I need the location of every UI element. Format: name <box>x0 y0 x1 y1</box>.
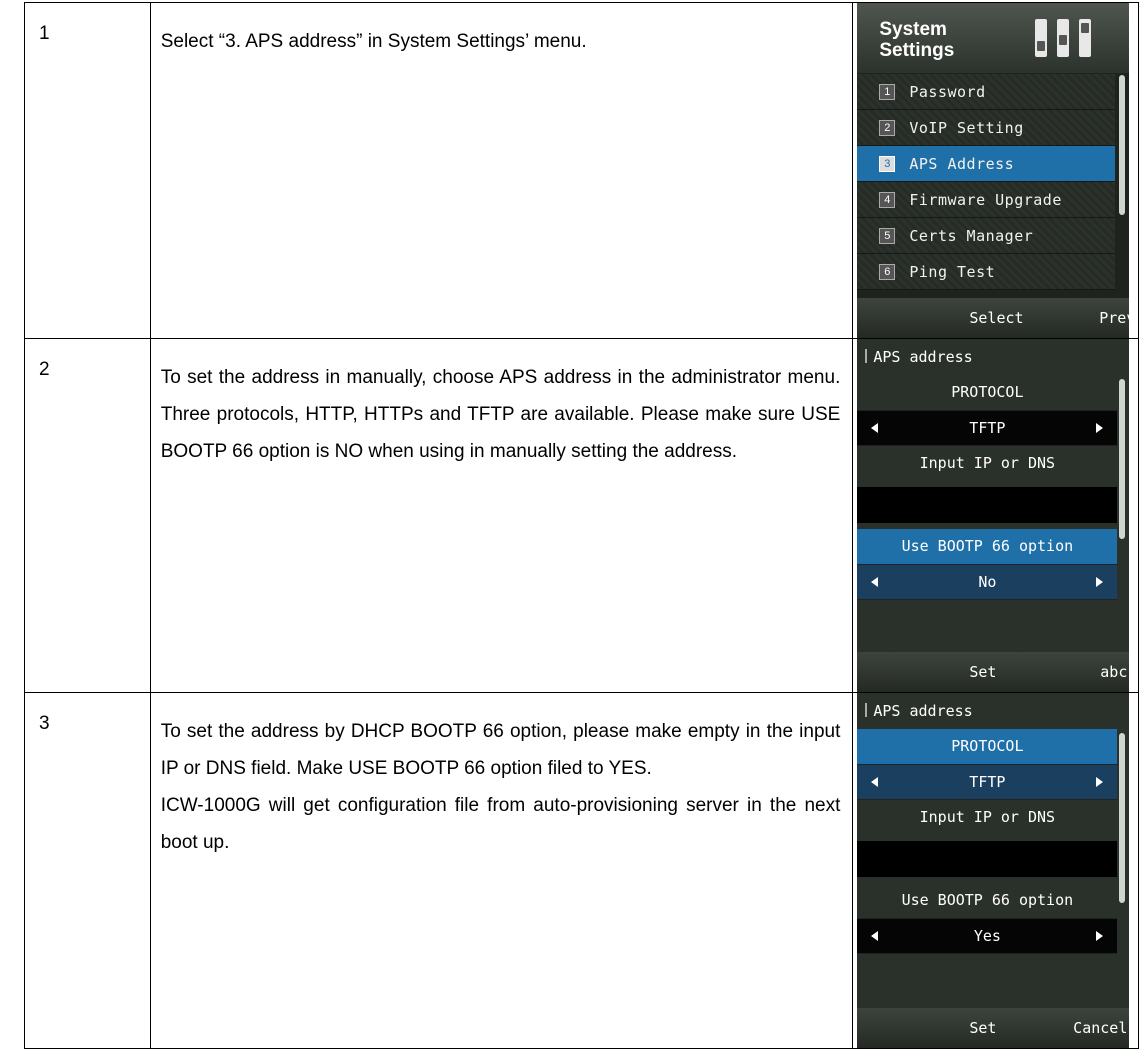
protocol-label: PROTOCOL <box>951 383 1024 401</box>
screen-title: System Settings <box>879 19 955 61</box>
menu-item-number: 5 <box>879 227 896 244</box>
step-screenshot: APS address PROTOCOL TFTP Input IP or DN… <box>852 338 1139 693</box>
menu-item[interactable]: 4 Firmware Upgrade <box>857 182 1116 218</box>
menu-item[interactable]: 2 VoIP Setting <box>857 110 1116 146</box>
scrollbar[interactable] <box>1119 75 1126 215</box>
phone-screen-aps-address: APS address PROTOCOL TFTP Input IP or DN… <box>857 339 1130 692</box>
softkey-cancel[interactable]: Cancel <box>1073 1019 1127 1037</box>
protocol-label: PROTOCOL <box>857 729 1118 764</box>
input-ip-label: Input IP or DNS <box>919 454 1056 472</box>
menu-item-label: Firmware Upgrade <box>909 190 1062 209</box>
step-description: To set the address in manually, choose A… <box>149 338 854 693</box>
phone-screen-aps-address: APS address PROTOCOL TFTP Input IP or DN… <box>857 693 1130 1048</box>
bootp-label: Use BOOTP 66 option <box>857 529 1118 564</box>
arrow-right-icon[interactable] <box>1096 931 1104 941</box>
step-text: To set the address in manually, choose A… <box>160 367 841 462</box>
step-text: To set the address by DHCP BOOTP 66 opti… <box>160 721 841 779</box>
softkey-bar: Set abc <box>857 652 1130 692</box>
screen-title: APS address <box>857 339 1129 375</box>
menu-item[interactable]: 1 Password <box>857 74 1116 110</box>
sliders-icon <box>1035 19 1092 57</box>
protocol-selector[interactable]: TFTP <box>857 764 1118 800</box>
menu-item-number: 6 <box>879 263 896 280</box>
bootp-selector[interactable]: Yes <box>857 918 1118 954</box>
step-text: ICW-1000G will get configuration file fr… <box>160 795 841 853</box>
protocol-value: TFTP <box>969 419 1006 437</box>
menu-item[interactable]: 6 Ping Test <box>857 254 1116 290</box>
step-text: Select “3. APS address” in System Settin… <box>160 31 587 52</box>
menu-item-number: 2 <box>879 119 896 136</box>
menu-item-label: VoIP Setting <box>909 118 1024 137</box>
step-screenshot: APS address PROTOCOL TFTP Input IP or DN… <box>852 692 1139 1049</box>
protocol-value: TFTP <box>969 773 1006 791</box>
ip-dns-input[interactable] <box>857 487 1118 523</box>
softkey-abc[interactable]: abc <box>1100 663 1127 681</box>
arrow-left-icon[interactable] <box>871 423 879 433</box>
arrow-right-icon[interactable] <box>1096 423 1104 433</box>
softkey-select[interactable]: Select <box>969 309 1023 327</box>
step-description: To set the address by DHCP BOOTP 66 opti… <box>149 692 854 1049</box>
step-number: 2 <box>24 338 151 693</box>
bootp-value: No <box>978 573 997 591</box>
bootp-value: Yes <box>973 927 1001 945</box>
arrow-left-icon[interactable] <box>871 931 879 941</box>
bootp-selector[interactable]: No <box>857 564 1118 600</box>
menu-item-label: Ping Test <box>909 262 996 281</box>
menu-item-number: 4 <box>879 191 896 208</box>
step-number: 1 <box>24 2 151 339</box>
menu-item-number: 1 <box>879 83 896 100</box>
settings-menu-list: 1 Password 2 VoIP Setting 3 APS Address 4 Firmw… <box>857 74 1116 290</box>
protocol-selector[interactable]: TFTP <box>857 410 1118 446</box>
table-row: 3 To set the address by DHCP BOOTP 66 op… <box>24 692 1139 1049</box>
instruction-table: 1 Select “3. APS address” in System Sett… <box>24 2 1139 1049</box>
bootp-label: Use BOOTP 66 option <box>901 891 1074 909</box>
table-row: 1 Select “3. APS address” in System Sett… <box>24 2 1139 339</box>
menu-item-label: Password <box>909 82 986 101</box>
menu-item[interactable]: 5 Certs Manager <box>857 218 1116 254</box>
arrow-left-icon[interactable] <box>871 577 879 587</box>
menu-item-number: 3 <box>879 155 896 172</box>
screen-header: System Settings <box>857 3 1130 73</box>
scrollbar[interactable] <box>1119 379 1126 539</box>
menu-item[interactable]: 3 APS Address <box>857 146 1116 182</box>
menu-item-label: Certs Manager <box>909 226 1034 245</box>
screen-title: APS address <box>857 693 1129 729</box>
softkey-bar: Select Prev <box>857 298 1130 338</box>
arrow-left-icon[interactable] <box>871 777 879 787</box>
input-ip-label: Input IP or DNS <box>919 808 1056 826</box>
table-row: 2 To set the address in manually, choose… <box>24 338 1139 693</box>
step-screenshot: System Settings 1 Password 2 VoIP Setting 3 A… <box>852 2 1139 339</box>
softkey-set[interactable]: Set <box>969 663 996 681</box>
step-number: 3 <box>24 692 151 1049</box>
softkey-prev[interactable]: Prev <box>1099 309 1129 327</box>
step-description: Select “3. APS address” in System Settin… <box>149 2 854 339</box>
arrow-right-icon[interactable] <box>1096 777 1104 787</box>
ip-dns-input[interactable] <box>857 841 1118 877</box>
scrollbar[interactable] <box>1119 733 1126 903</box>
arrow-right-icon[interactable] <box>1096 577 1104 587</box>
menu-item-label: APS Address <box>909 154 1015 173</box>
phone-screen-system-settings: System Settings 1 Password 2 VoIP Setting 3 A… <box>857 3 1130 338</box>
softkey-bar: Set Cancel <box>857 1008 1130 1048</box>
softkey-set[interactable]: Set <box>969 1019 996 1037</box>
